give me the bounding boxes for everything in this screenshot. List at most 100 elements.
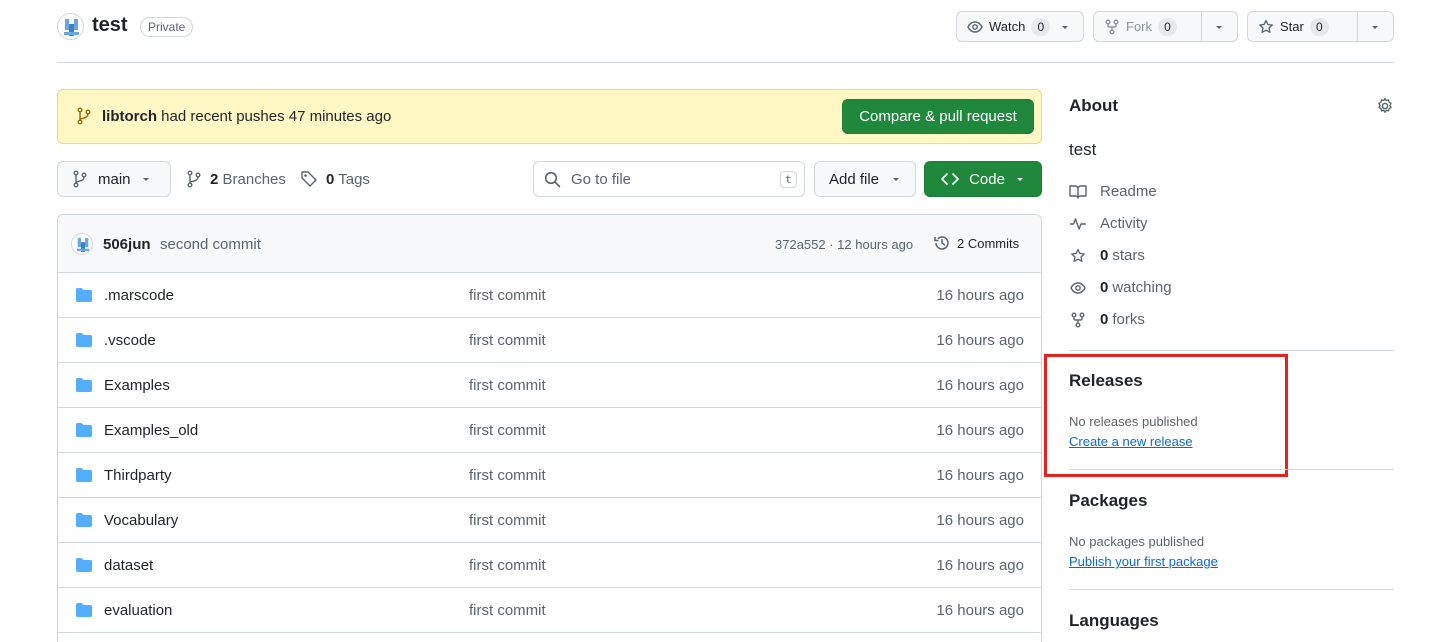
file-table: 506jun second commit 372a552 · 12 hours … [57, 214, 1042, 642]
add-file-label: Add file [828, 170, 880, 188]
eye-icon [1069, 280, 1087, 296]
folder-icon [75, 422, 93, 438]
branches-label: Branches [222, 170, 286, 188]
watching-count: 0 [1100, 279, 1109, 296]
repo-name[interactable]: test [92, 14, 128, 37]
tags-link[interactable]: 0 Tags [300, 170, 370, 188]
about-heading: About [1069, 96, 1119, 115]
search-icon [544, 171, 561, 188]
file-commit-age: 16 hours ago [936, 467, 1024, 484]
sidebar-divider [1069, 350, 1394, 351]
folder-icon [75, 602, 93, 618]
file-row[interactable]: evaluation first commit 16 hours ago [58, 588, 1041, 633]
shortcut-key: t [780, 170, 797, 188]
file-commit-message[interactable]: first commit [469, 287, 546, 304]
file-row[interactable]: Thirdparty first commit 16 hours ago [58, 453, 1041, 498]
folder-icon [75, 467, 93, 483]
repo-forked-icon [1069, 312, 1087, 328]
file-name[interactable]: Examples_old [104, 422, 198, 439]
file-commit-age: 16 hours ago [936, 557, 1024, 574]
activity-link[interactable]: Activity [1069, 215, 1148, 232]
triangle-down-icon [141, 174, 151, 184]
file-row[interactable]: .marscode first commit 16 hours ago [58, 273, 1041, 318]
triangle-down-icon [1060, 22, 1070, 32]
gear-icon[interactable] [1376, 97, 1394, 115]
tag-icon [300, 170, 318, 188]
sidebar-divider [1069, 589, 1394, 590]
file-row[interactable]: Vocabulary first commit 16 hours ago [58, 498, 1041, 543]
file-commit-age: 16 hours ago [936, 287, 1024, 304]
watch-button[interactable]: Watch 0 [956, 11, 1084, 42]
readme-link[interactable]: Readme [1069, 183, 1157, 200]
commit-author-avatar[interactable] [71, 233, 93, 255]
file-commit-age: 16 hours ago [936, 512, 1024, 529]
compare-pull-request-button[interactable]: Compare & pull request [842, 99, 1034, 134]
file-commit-message[interactable]: first commit [469, 602, 546, 619]
code-icon [941, 172, 959, 186]
stars-count: 0 [1100, 247, 1109, 264]
go-to-file-input[interactable] [571, 170, 770, 188]
visibility-badge: Private [140, 17, 194, 37]
folder-icon [75, 512, 93, 528]
file-name[interactable]: .marscode [104, 287, 174, 304]
file-name[interactable]: .vscode [104, 332, 156, 349]
watching-link[interactable]: 0 watching [1069, 279, 1172, 296]
file-list: .marscode first commit 16 hours ago .vscode… [58, 273, 1041, 633]
forks-link[interactable]: 0 forks [1069, 311, 1145, 328]
branch-name: main [98, 170, 131, 188]
file-commit-message[interactable]: first commit [469, 422, 546, 439]
file-commit-age: 16 hours ago [936, 422, 1024, 439]
file-name[interactable]: Thirdparty [104, 467, 172, 484]
folder-icon [75, 557, 93, 573]
git-branch-icon [72, 170, 88, 188]
stars-link[interactable]: 0 stars [1069, 247, 1145, 264]
add-file-button[interactable]: Add file [814, 161, 916, 197]
file-name[interactable]: dataset [104, 557, 153, 574]
code-button[interactable]: Code [924, 161, 1042, 197]
watch-dropdown[interactable] [1060, 12, 1078, 41]
repo-owner-avatar[interactable] [57, 13, 84, 40]
commits-history-link[interactable]: 2 Commits [933, 234, 1019, 252]
packages-empty-text: No packages published [1069, 534, 1205, 549]
file-row[interactable]: Examples first commit 16 hours ago [58, 363, 1041, 408]
watch-label: Watch [989, 19, 1026, 34]
fork-dropdown[interactable] [1202, 12, 1236, 41]
file-name[interactable]: evaluation [104, 602, 172, 619]
go-to-file-search[interactable]: t [533, 161, 805, 197]
file-row[interactable]: Examples_old first commit 16 hours ago [58, 408, 1041, 453]
star-icon [1069, 248, 1087, 264]
banner-text: had recent pushes 47 minutes ago [157, 108, 392, 125]
commit-hash-time[interactable]: 372a552 · 12 hours ago [775, 237, 913, 252]
commit-message[interactable]: second commit [160, 236, 261, 253]
file-commit-message[interactable]: first commit [469, 467, 546, 484]
branches-link[interactable]: 2 Branches [186, 170, 286, 188]
file-row[interactable]: .vscode first commit 16 hours ago [58, 318, 1041, 363]
branch-selector[interactable]: main [57, 161, 171, 197]
triangle-down-icon [1015, 174, 1025, 184]
commit-author[interactable]: 506jun [103, 236, 151, 253]
banner-branch-link[interactable]: libtorch [102, 108, 157, 125]
file-row[interactable]: dataset first commit 16 hours ago [58, 543, 1041, 588]
file-commit-message[interactable]: first commit [469, 512, 546, 529]
file-commit-message[interactable]: first commit [469, 332, 546, 349]
star-icon [1258, 19, 1274, 35]
file-commit-message[interactable]: first commit [469, 377, 546, 394]
book-icon [1069, 184, 1087, 200]
branches-count: 2 [210, 170, 219, 188]
header-divider [57, 62, 1394, 63]
star-count: 0 [1309, 17, 1329, 36]
fork-button[interactable]: Fork 0 [1093, 11, 1238, 42]
star-button[interactable]: Star 0 [1247, 11, 1394, 42]
packages-heading[interactable]: Packages [1069, 491, 1147, 511]
file-name[interactable]: Vocabulary [104, 512, 178, 529]
fork-count: 0 [1158, 17, 1177, 36]
banner-message: libtorch had recent pushes 47 minutes ag… [102, 108, 391, 125]
publish-package-link[interactable]: Publish your first package [1069, 554, 1218, 569]
file-name[interactable]: Examples [104, 377, 170, 394]
activity-label: Activity [1100, 215, 1148, 232]
repo-description: test [1069, 140, 1097, 159]
triangle-down-icon [1370, 22, 1380, 32]
star-dropdown[interactable] [1358, 12, 1392, 41]
file-commit-message[interactable]: first commit [469, 557, 546, 574]
fork-label: Fork [1126, 19, 1152, 34]
